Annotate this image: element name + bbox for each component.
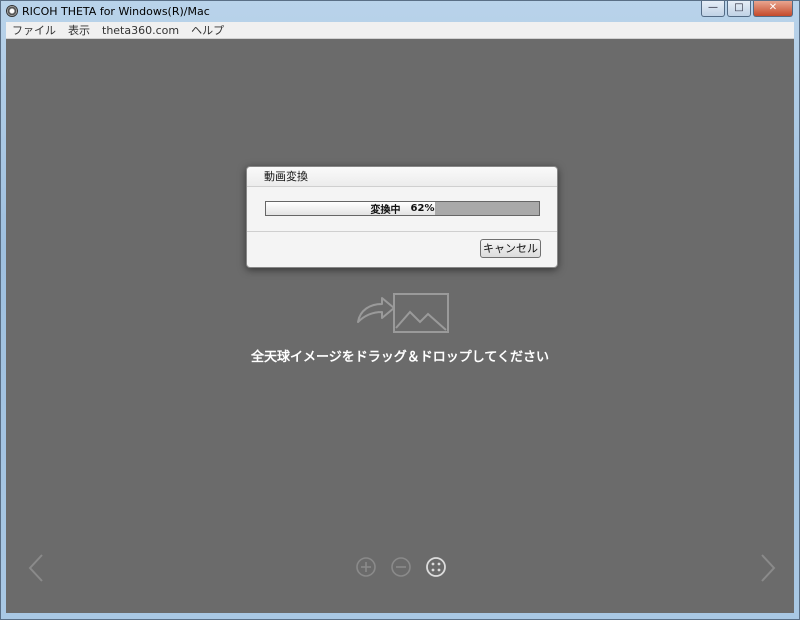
- window-controls: — □ ✕: [701, 1, 793, 17]
- video-convert-dialog: 動画変換 変換中 62% キャンセル: [246, 166, 558, 268]
- zoom-out-icon[interactable]: [390, 556, 412, 578]
- menu-bar: ファイル 表示 theta360.com ヘルプ: [6, 22, 794, 39]
- fit-view-icon[interactable]: [425, 556, 447, 578]
- zoom-in-icon[interactable]: [355, 556, 377, 578]
- menu-view[interactable]: 表示: [62, 22, 96, 38]
- maximize-button[interactable]: □: [727, 1, 751, 17]
- drop-instruction: 全天球イメージをドラッグ＆ドロップしてください: [251, 350, 549, 365]
- app-logo-icon[interactable]: [6, 5, 18, 17]
- close-button[interactable]: ✕: [753, 1, 793, 17]
- image-import-icon: [357, 293, 449, 333]
- chevron-right-icon[interactable]: [758, 553, 778, 583]
- progress-status: 変換中: [370, 205, 401, 216]
- minimize-button[interactable]: —: [701, 1, 725, 17]
- menu-file[interactable]: ファイル: [6, 22, 62, 38]
- viewer-area[interactable]: 動画変換 変換中 62% キャンセル 全天球イメージをドラッグ＆ドロップしてくだ…: [6, 39, 794, 613]
- window-title: RICOH THETA for Windows(R)/Mac: [22, 4, 210, 18]
- dialog-divider: [247, 231, 557, 232]
- chevron-left-icon[interactable]: [26, 553, 46, 583]
- progress-bar: 変換中 62%: [265, 201, 540, 216]
- app-window: RICOH THETA for Windows(R)/Mac — □ ✕ ファイ…: [0, 0, 800, 620]
- menu-theta360[interactable]: theta360.com: [96, 24, 185, 37]
- menu-help[interactable]: ヘルプ: [185, 22, 230, 38]
- title-bar[interactable]: RICOH THETA for Windows(R)/Mac — □ ✕: [1, 1, 799, 21]
- dialog-title: 動画変換: [247, 167, 557, 187]
- cancel-button[interactable]: キャンセル: [480, 239, 541, 258]
- progress-label: 変換中 62%: [266, 202, 539, 216]
- progress-percent: 62%: [410, 203, 435, 214]
